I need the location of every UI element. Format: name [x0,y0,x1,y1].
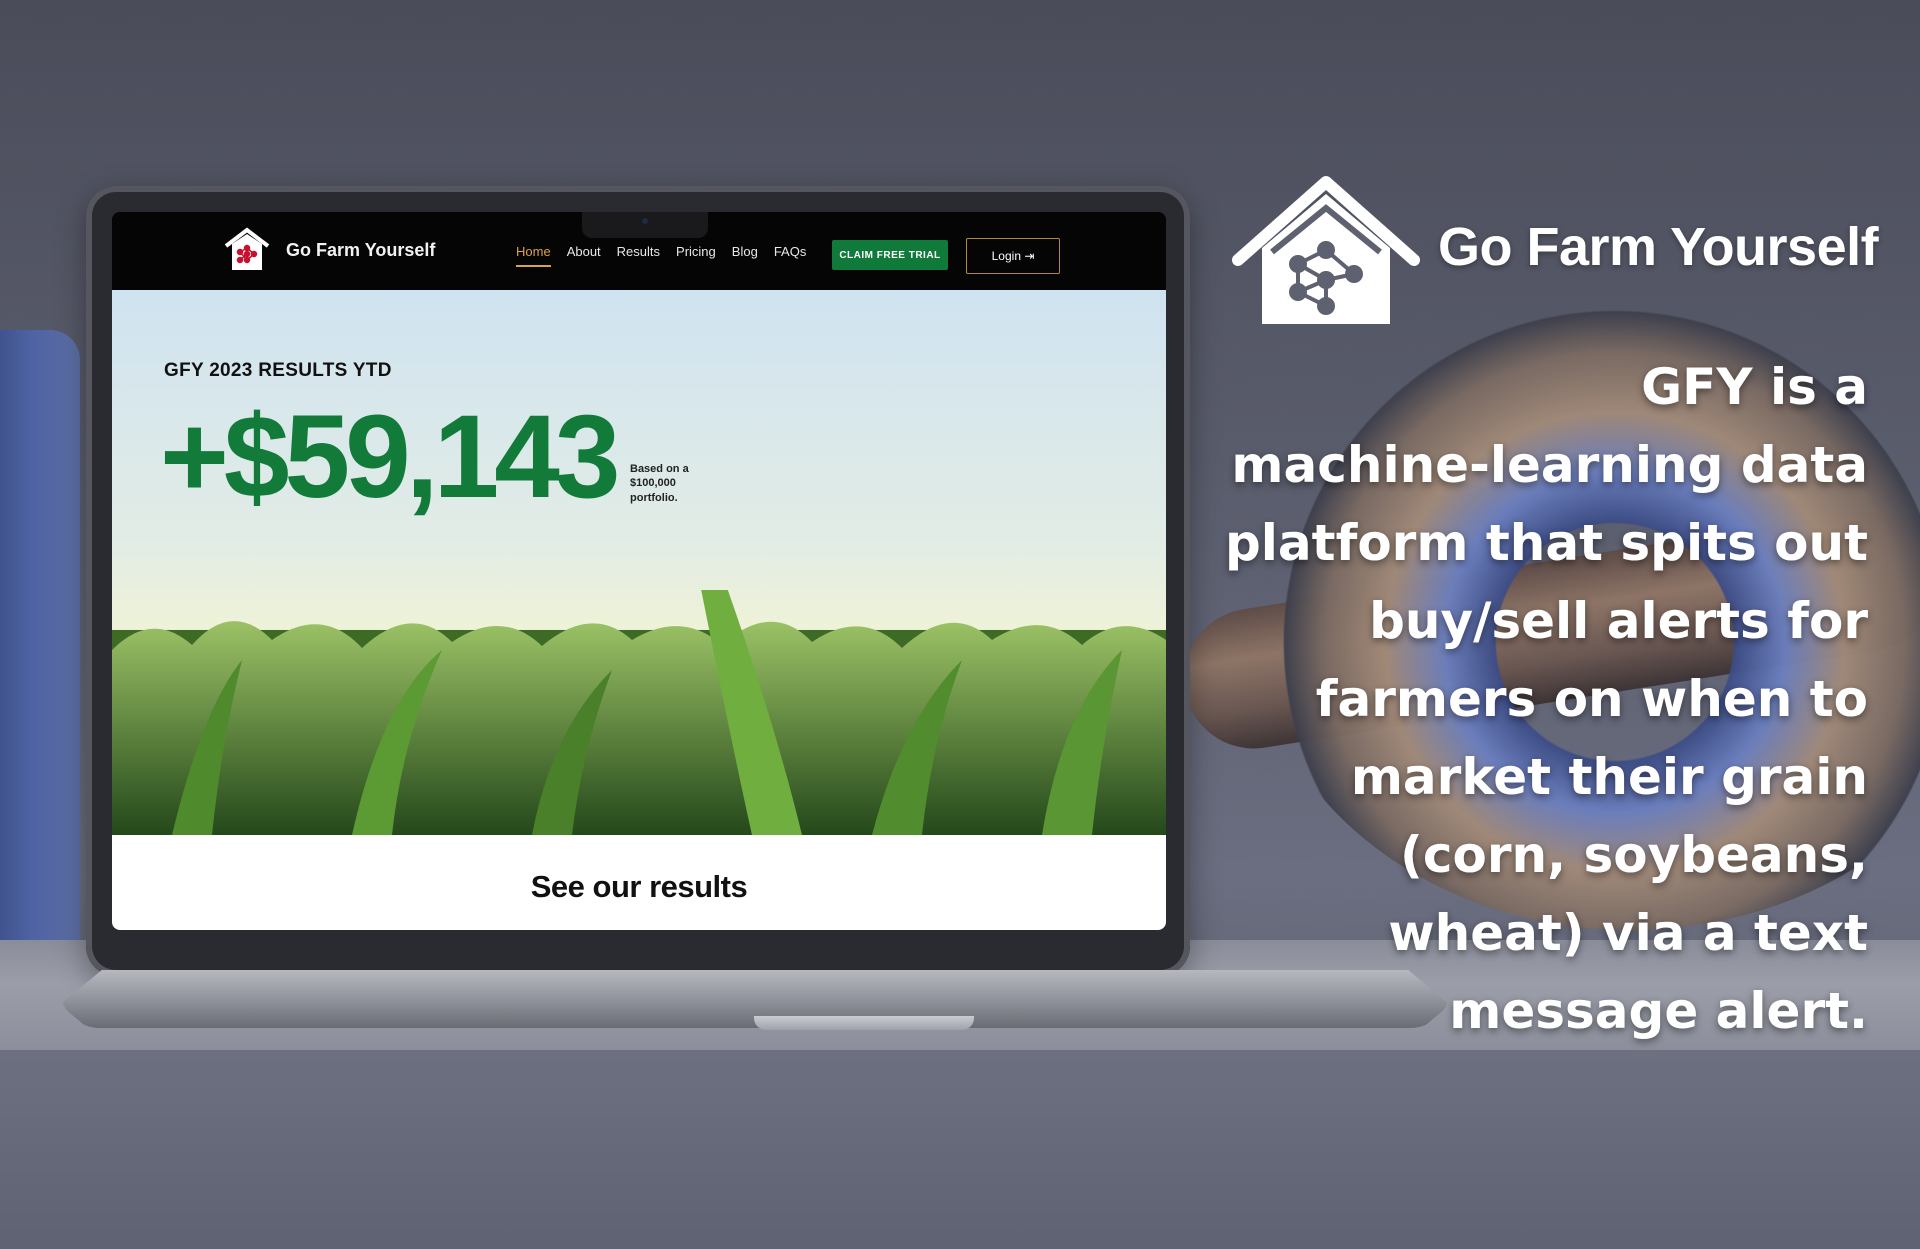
promo-description: GFY is a machine-learning data platform … [1225,358,1868,1040]
nav-results[interactable]: Results [617,244,660,267]
corn-field-image [112,590,1166,835]
camera-icon [642,218,648,224]
laptop-notch [582,212,708,238]
hero-note: Based on a $100,000 portfolio. [630,463,689,504]
hero-eyebrow: GFY 2023 RESULTS YTD [164,360,392,381]
barn-network-icon[interactable] [222,224,272,272]
barn-network-icon [1232,176,1420,324]
results-section: See our results [112,835,1166,930]
laptop-base-lip [754,1016,974,1030]
promo-scene: Go Farm Yourself Home About Results Pric… [0,0,1920,1249]
results-heading[interactable]: See our results [112,869,1166,905]
claim-free-trial-button[interactable]: CLAIM FREE TRIAL [832,240,948,270]
nav-blog[interactable]: Blog [732,244,758,267]
nav-faqs[interactable]: FAQs [774,244,807,267]
hero-amount: +$59,143 [160,391,620,523]
promo-brand: Go Farm Yourself [1438,217,1879,277]
nav-pricing[interactable]: Pricing [676,244,716,267]
login-button[interactable]: Login ⇥ [966,238,1060,274]
laptop-screen: Go Farm Yourself Home About Results Pric… [112,212,1166,930]
nav-about[interactable]: About [567,244,601,267]
backdrop-panel [0,330,80,990]
hero-section: GFY 2023 RESULTS YTD +$59,143 Based on a… [112,290,1166,835]
nav-home[interactable]: Home [516,244,551,267]
site-nav-list: Home About Results Pricing Blog FAQs [516,244,806,267]
site-brand[interactable]: Go Farm Yourself [286,240,435,261]
table-front [0,1050,1920,1249]
